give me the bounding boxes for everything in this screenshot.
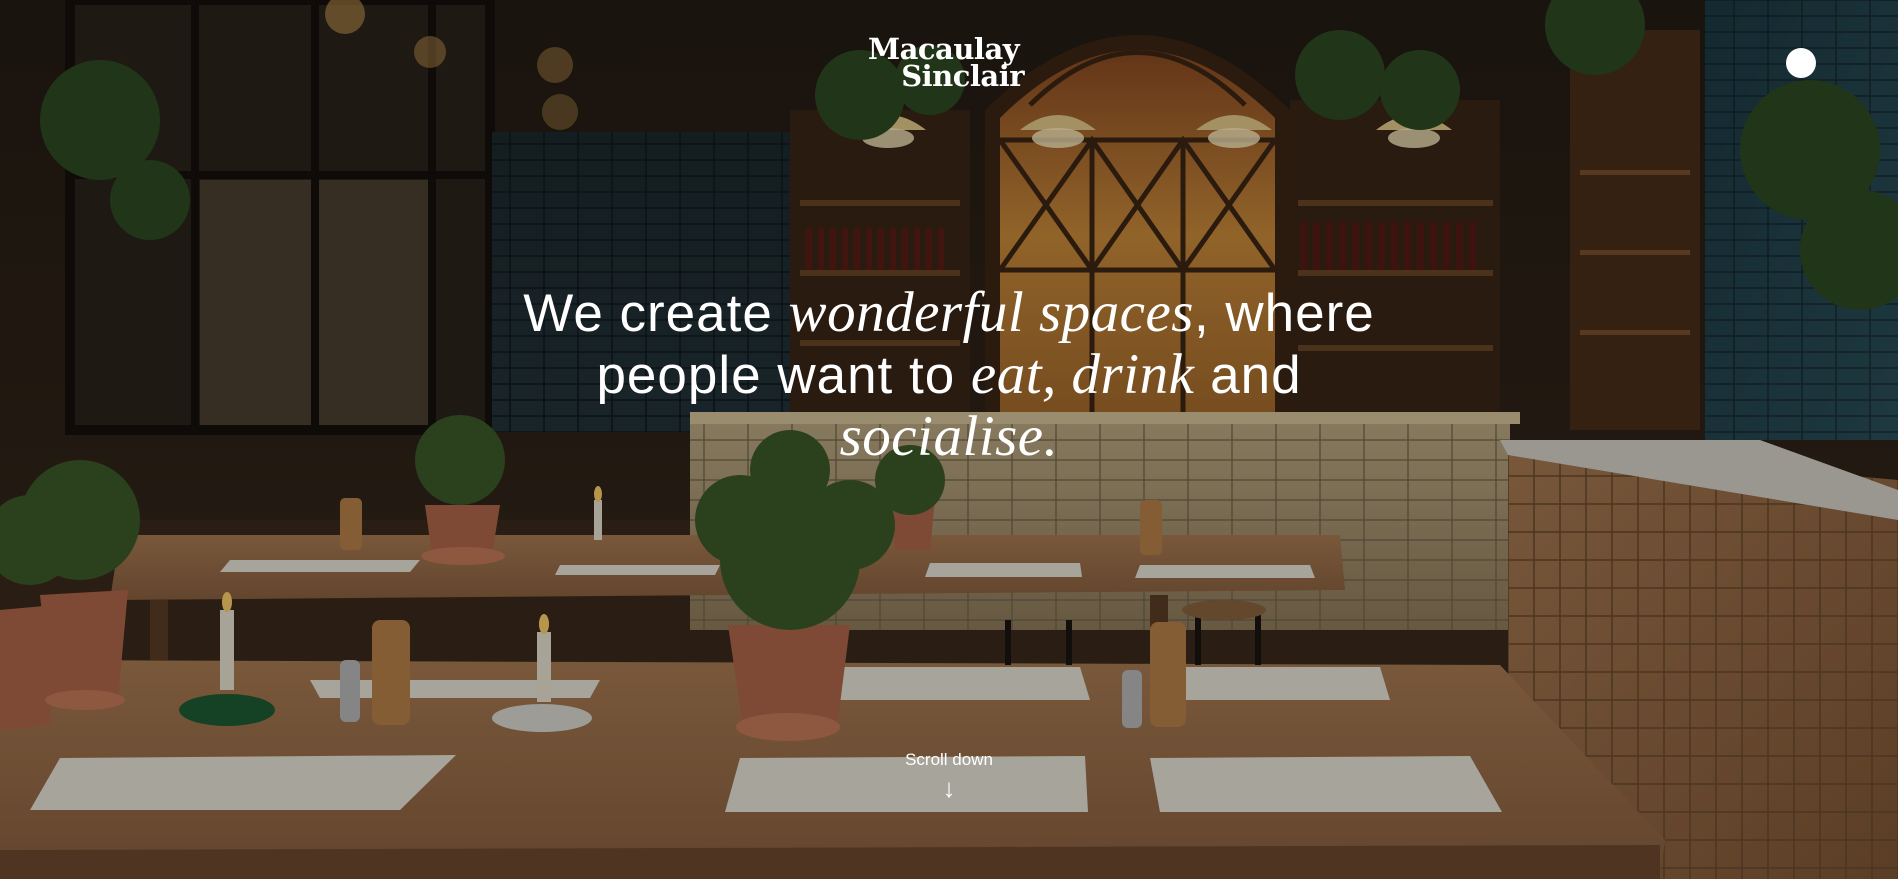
headline-text-1: We create <box>523 284 789 343</box>
arrow-down-icon: ↓ <box>942 773 956 803</box>
scroll-down-label: Scroll down <box>905 750 993 769</box>
headline-em-socialise: socialise. <box>839 405 1059 468</box>
headline-em-wonderful-spaces: wonderful spaces <box>788 281 1194 344</box>
hero-headline: We create wonderful spaces, where people… <box>470 282 1428 468</box>
headline-text-3: and <box>1194 346 1302 405</box>
scroll-down-button[interactable]: Scroll down ↓ <box>849 750 1049 802</box>
headline-em-eat-drink: eat, drink <box>970 343 1195 406</box>
brand-logo-line2: Sinclair <box>901 59 1024 93</box>
hero-section: Macaulay Sinclair We create wonderful sp… <box>0 0 1898 879</box>
brand-logo[interactable]: Macaulay Sinclair <box>868 35 1028 93</box>
menu-dot-icon[interactable] <box>1786 48 1816 78</box>
